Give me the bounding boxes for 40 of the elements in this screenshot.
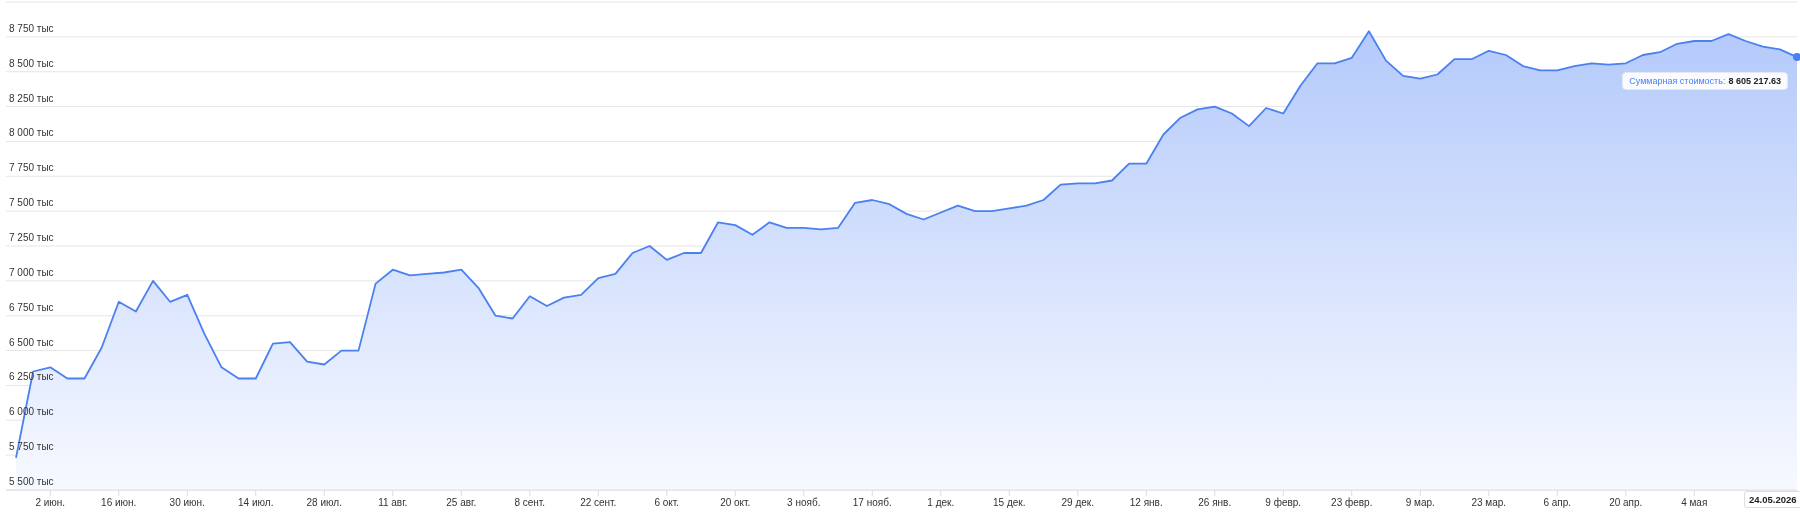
x-axis-label: 14 июл. [238, 497, 274, 508]
y-axis-label: 8 500 тыс [9, 57, 54, 69]
y-axis-label: 7 500 тыс [9, 197, 54, 209]
x-axis-label: 26 янв. [1198, 497, 1232, 508]
x-axis-label: 9 февр. [1265, 497, 1302, 508]
x-axis-label: 2 июн. [35, 497, 66, 508]
y-axis-label: 7 000 тыс [9, 266, 54, 278]
y-axis-label: 8 250 тыс [9, 92, 54, 104]
x-axis-label: 20 окт. [720, 497, 751, 508]
y-axis-label: 5 500 тыс [9, 476, 54, 487]
x-axis-label: 3 нояб. [787, 497, 821, 508]
x-axis-label: 29 дек. [1061, 497, 1094, 508]
y-axis-label: 6 750 тыс [9, 301, 54, 313]
tooltip-label: Суммарная стоимость: [1629, 76, 1726, 86]
x-axis-label: 28 июл. [306, 497, 342, 508]
y-axis-label: 6 500 тыс [9, 336, 54, 348]
x-axis-label: 9 мар. [1405, 497, 1435, 508]
x-axis-label: 15 дек. [993, 497, 1026, 508]
data-point-marker [1793, 53, 1800, 62]
x-axis-label: 20 апр. [1609, 497, 1643, 508]
x-axis-label: 23 мар. [1471, 497, 1507, 508]
y-axis-label: 7 750 тыс [9, 162, 54, 174]
x-axis-label: 8 сент. [514, 497, 546, 508]
x-axis-label: 23 февр. [1331, 497, 1373, 508]
x-axis-label: 1 дек. [927, 497, 955, 508]
x-axis-label: 6 апр. [1543, 497, 1572, 508]
y-axis-label: 8 000 тыс [9, 127, 54, 139]
x-axis-label: 6 окт. [654, 497, 680, 508]
x-axis-label: 25 авг. [446, 497, 477, 508]
crosshair-date-label: 24.05.2026 [1744, 491, 1800, 508]
x-axis-label: 12 янв. [1129, 497, 1163, 508]
y-axis-label: 8 750 тыс [9, 22, 54, 34]
x-axis-label: 22 сент. [580, 497, 617, 508]
y-axis-label: 7 250 тыс [9, 232, 54, 243]
tooltip-value: 8 605 217.63 [1728, 76, 1781, 86]
x-axis-label: 17 нояб. [852, 497, 892, 508]
x-axis-label: 30 июн. [169, 497, 205, 508]
x-axis-label: 11 авг. [378, 497, 408, 508]
x-axis-label: 16 июн. [101, 497, 137, 508]
x-axis-label: 4 мая [1681, 497, 1708, 508]
